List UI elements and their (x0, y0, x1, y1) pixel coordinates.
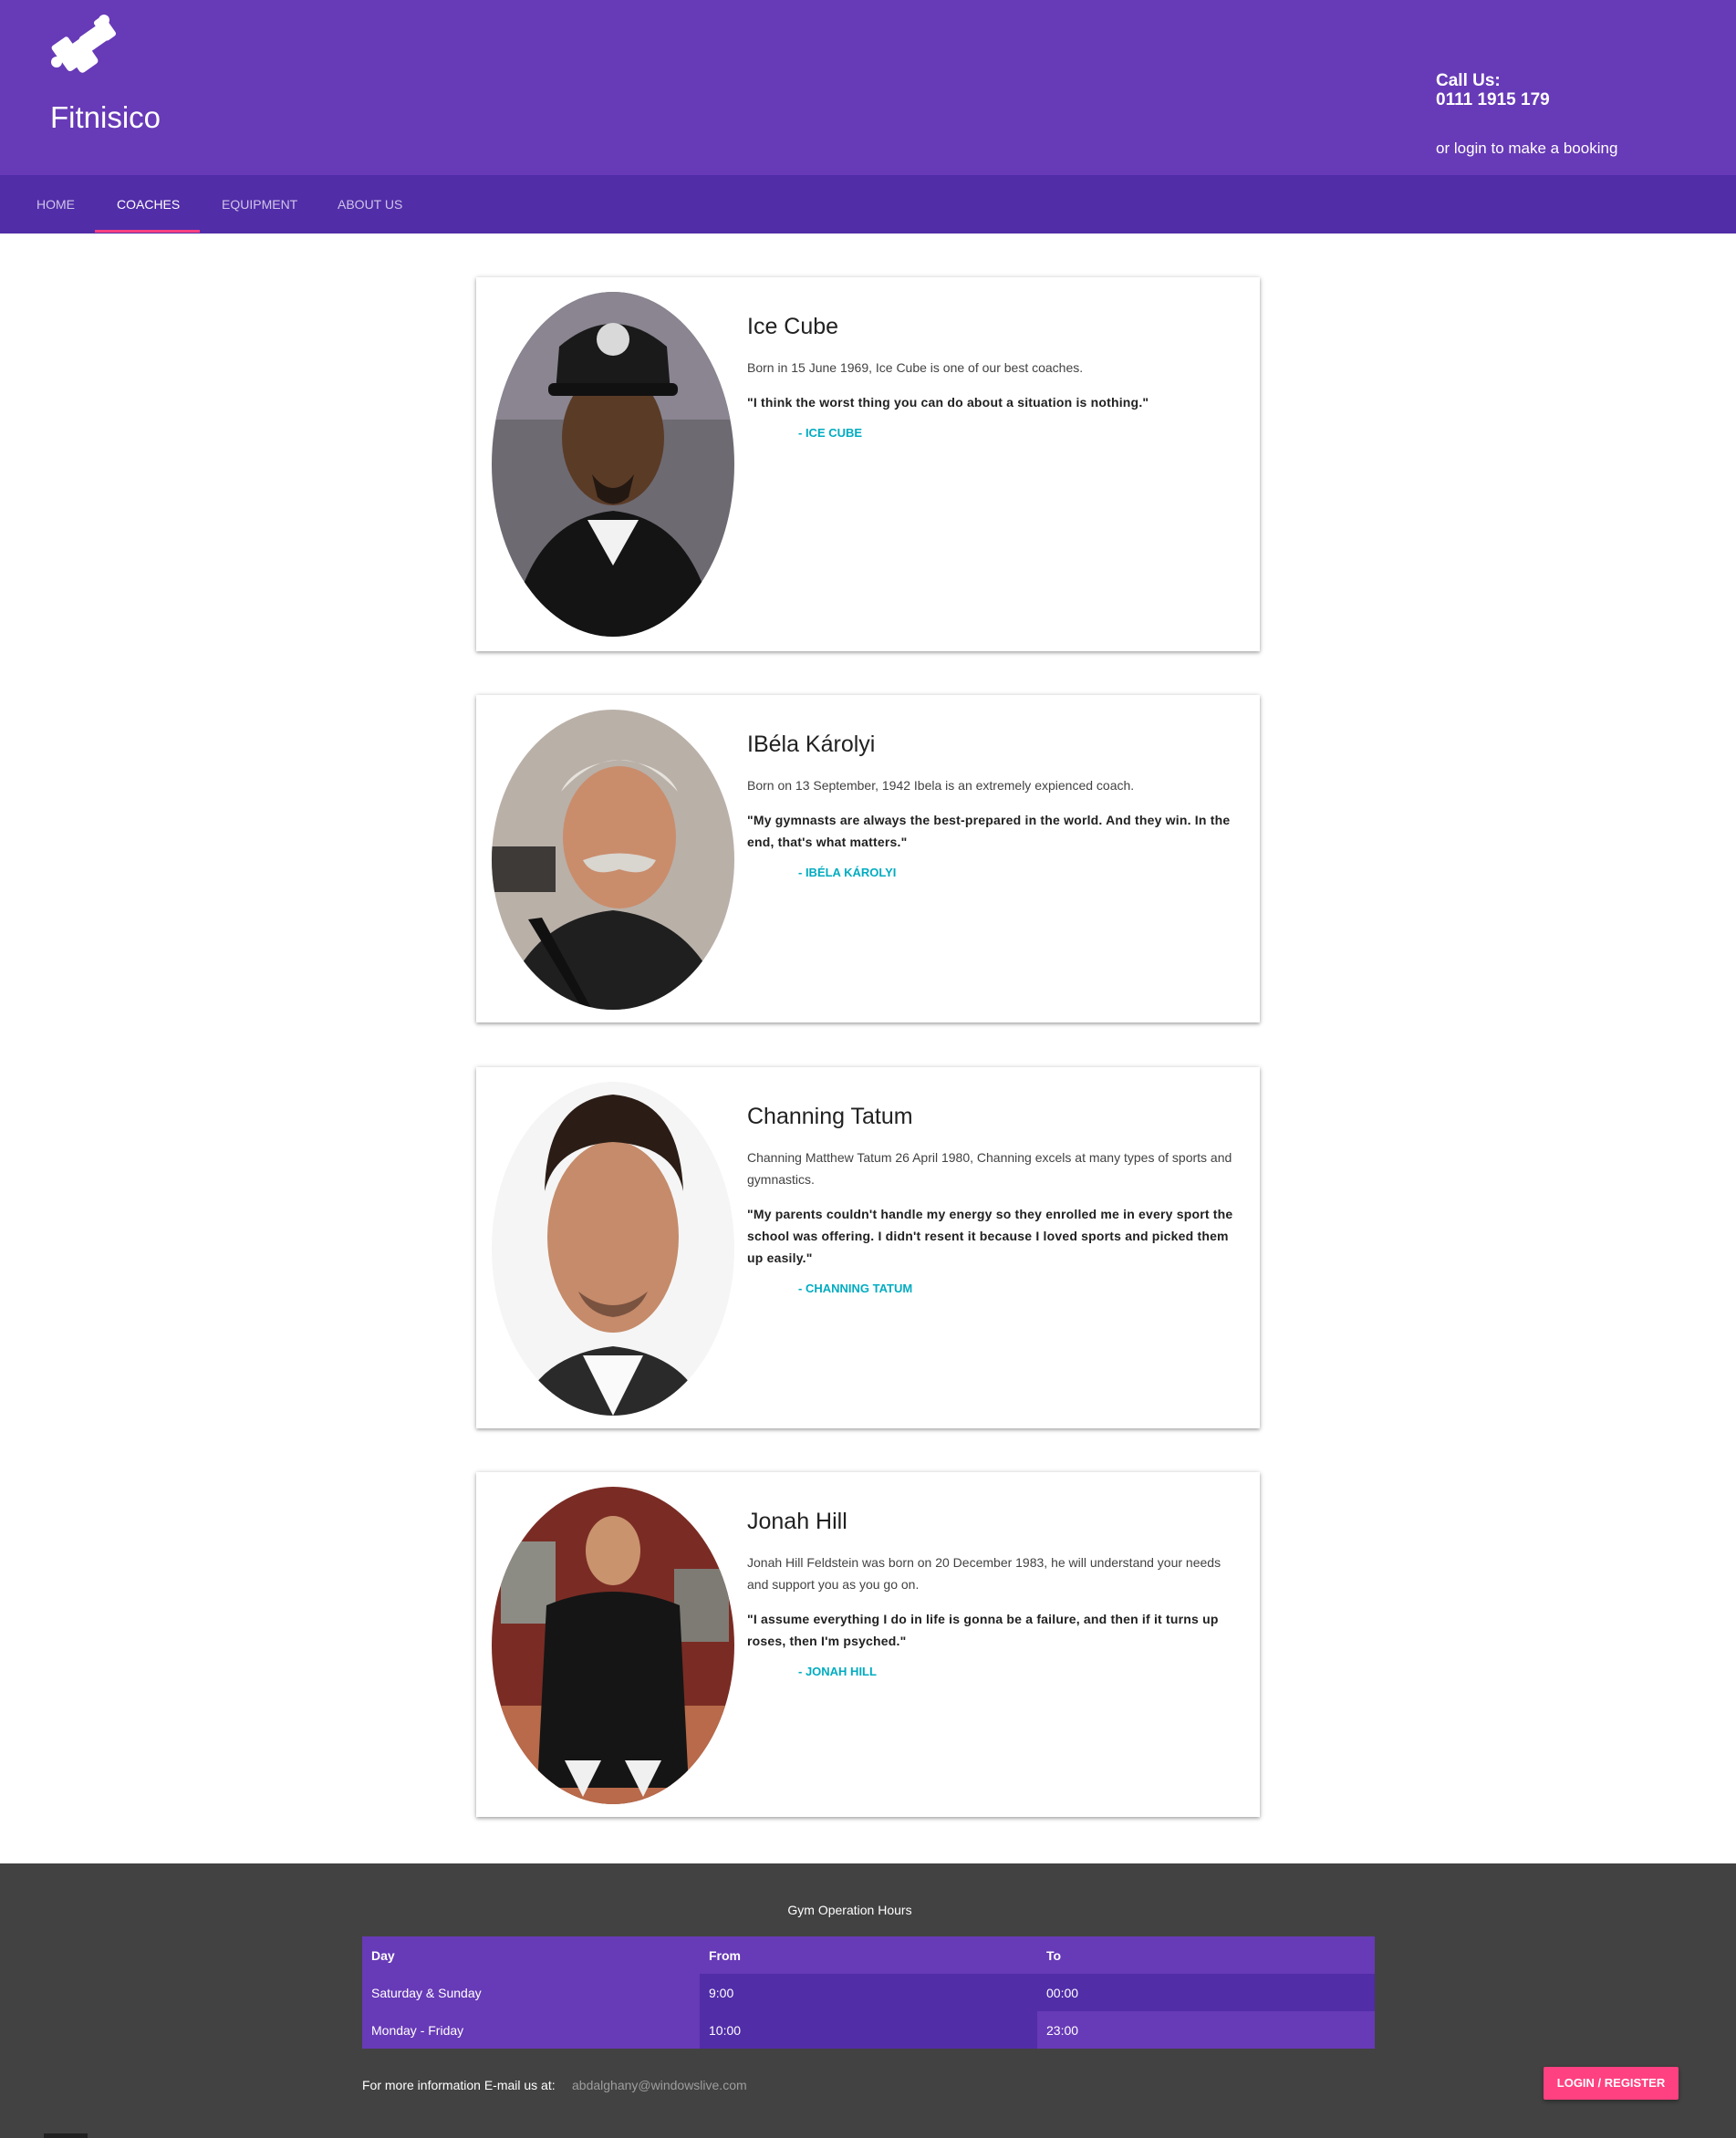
table-cell: Monday - Friday (362, 2011, 700, 2049)
table-header-row: Day From To (362, 1936, 1375, 1974)
table-row: Saturday & Sunday 9:00 00:00 (362, 1974, 1375, 2011)
login-register-button[interactable]: LOGIN / REGISTER (1544, 2067, 1679, 2100)
nav-home[interactable]: HOME (36, 175, 75, 234)
coach-quote-author: - ICE CUBE (798, 426, 863, 440)
coach-name: Ice Cube (747, 314, 839, 339)
coach-photo (492, 292, 734, 637)
active-tab-indicator (95, 230, 200, 233)
coach-card: Ice Cube Born in 15 June 1969, Ice Cube … (476, 277, 1260, 651)
coach-photo (492, 1487, 734, 1804)
login-hint: or login to make a booking (1436, 140, 1618, 157)
nav-about-us[interactable]: ABOUT US (338, 175, 402, 234)
column-header-from: From (700, 1936, 1037, 1974)
table-cell: 00:00 (1037, 1974, 1375, 2011)
hours-title: Gym Operation Hours (787, 1903, 912, 1917)
coach-name: Channing Tatum (747, 1104, 913, 1129)
brand-name[interactable]: Fitnisico (50, 100, 161, 135)
email-link[interactable]: abdalghany@windowslive.com (572, 2078, 747, 2092)
coach-quote: "I assume everything I do in life is gon… (747, 1612, 1219, 1648)
coach-quote: "My gymnasts are always the best-prepare… (747, 813, 1231, 849)
coach-photo (492, 1082, 734, 1416)
call-label: Call Us: (1436, 71, 1501, 90)
site-header: Fitnisico Call Us: 0111 1915 179 or logi… (0, 0, 1736, 175)
coach-card: Jonah Hill Jonah Hill Feldstein was born… (476, 1472, 1260, 1817)
table-cell: 23:00 (1037, 2011, 1375, 2049)
coach-bio: Born on 13 September, 1942 Ibela is an e… (747, 778, 1135, 793)
coach-quote: "My parents couldn't handle my energy so… (747, 1207, 1233, 1265)
email-label: For more information E-mail us at: (362, 2078, 556, 2092)
coach-info: Channing Tatum Channing Matthew Tatum 26… (747, 1104, 1245, 1295)
nav-coaches[interactable]: COACHES (117, 175, 180, 234)
coach-photo (492, 710, 734, 1010)
column-header-day: Day (362, 1936, 700, 1974)
coach-quote-author: - CHANNING TATUM (798, 1282, 913, 1295)
coach-card: Channing Tatum Channing Matthew Tatum 26… (476, 1067, 1260, 1428)
coach-quote-author: - JONAH HILL (798, 1665, 877, 1678)
coach-info: Ice Cube Born in 15 June 1969, Ice Cube … (747, 314, 1245, 440)
main-nav: HOME COACHES EQUIPMENT ABOUT US (0, 175, 1736, 234)
table-cell: 9:00 (700, 1974, 1037, 2011)
nav-equipment[interactable]: EQUIPMENT (222, 175, 297, 234)
column-header-to: To (1037, 1936, 1375, 1974)
table-cell: 10:00 (700, 2011, 1037, 2049)
coach-card: IBéla Károlyi Born on 13 September, 1942… (476, 695, 1260, 1022)
coach-bio: Jonah Hill Feldstein was born on 20 Dece… (747, 1555, 1221, 1592)
operation-hours-table: Day From To Saturday & Sunday 9:00 00:00… (362, 1936, 1375, 2049)
table-row: Monday - Friday 10:00 23:00 (362, 2011, 1375, 2049)
coach-name: IBéla Károlyi (747, 732, 876, 757)
coach-info: IBéla Károlyi Born on 13 September, 1942… (747, 732, 1245, 879)
coach-name: Jonah Hill (747, 1509, 847, 1534)
coach-bio: Born in 15 June 1969, Ice Cube is one of… (747, 360, 1084, 375)
coach-quote: "I think the worst thing you can do abou… (747, 395, 1149, 410)
call-us: Call Us: 0111 1915 179 (1436, 71, 1550, 109)
site-footer: Gym Operation Hours Day From To Saturday… (0, 1863, 1736, 2138)
coach-info: Jonah Hill Jonah Hill Feldstein was born… (747, 1509, 1245, 1678)
coach-quote-author: - IBÉLA KÁROLYI (798, 866, 897, 879)
horizontal-scrollbar[interactable] (44, 2133, 88, 2138)
table-cell: Saturday & Sunday (362, 1974, 700, 2011)
dumbbell-logo-icon[interactable] (47, 13, 120, 82)
coach-bio: Channing Matthew Tatum 26 April 1980, Ch… (747, 1150, 1232, 1187)
phone-number: 0111 1915 179 (1436, 90, 1550, 109)
